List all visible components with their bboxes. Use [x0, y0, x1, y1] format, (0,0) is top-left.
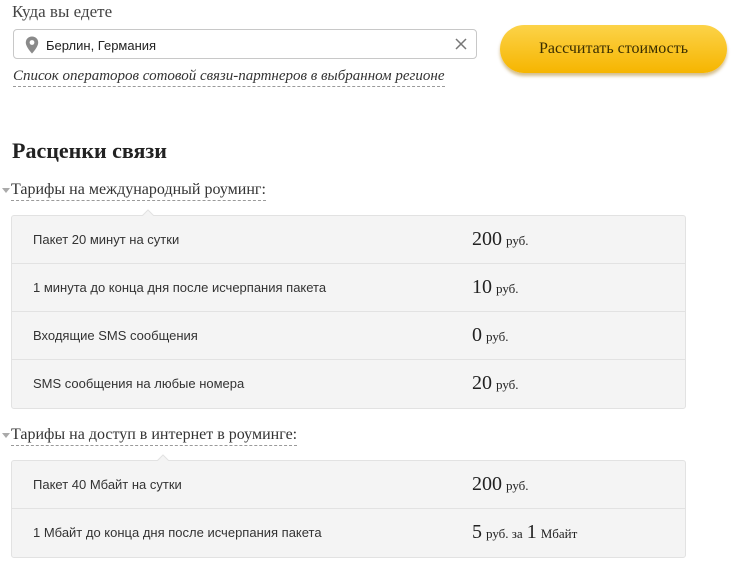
tariff-name: 1 минута до конца дня после исчерпания п… [33, 280, 327, 295]
internet-roaming-tariffs-title[interactable]: Тарифы на доступ в интернет в роуминге: [11, 426, 298, 446]
internet-roaming-tariffs-table: Пакет 40 Мбайт на сутки 200 руб. 1 Мбайт… [11, 454, 686, 558]
price-unit: руб. [506, 233, 529, 248]
close-icon[interactable] [454, 37, 468, 51]
price-unit: руб. [486, 329, 509, 344]
price-amount: 20 [472, 372, 492, 394]
table-row: Пакет 40 Мбайт на сутки 200 руб. [12, 461, 685, 509]
price-unit: руб. [496, 377, 519, 392]
tariff-price: 0 руб. [472, 324, 509, 347]
tariff-price: 200 руб. [472, 228, 529, 251]
collapse-triangle-icon [2, 433, 10, 438]
collapse-triangle-icon [2, 188, 10, 193]
price-amount: 10 [472, 276, 492, 298]
price-unit-volume: Мбайт [540, 526, 578, 541]
price-unit: руб. за [486, 526, 523, 541]
price-amount-volume: 1 [526, 521, 537, 543]
tariff-name: 1 Мбайт до конца дня после исчерпания па… [33, 525, 322, 540]
location-pin-icon [25, 36, 39, 54]
destination-search-box[interactable] [13, 29, 477, 59]
tariff-price: 20 руб. [472, 372, 519, 395]
price-unit: руб. [506, 478, 529, 493]
table-row: 1 минута до конца дня после исчерпания п… [12, 264, 685, 312]
price-amount: 200 [472, 473, 502, 495]
tariff-name: SMS сообщения на любые номера [33, 376, 245, 391]
table-row: SMS сообщения на любые номера 20 руб. [12, 360, 685, 408]
table-row: Входящие SMS сообщения 0 руб. [12, 312, 685, 360]
calculate-cost-button[interactable]: Рассчитать стоимость [500, 25, 727, 73]
tariff-name: Пакет 20 минут на сутки [33, 232, 180, 247]
tariff-name: Пакет 40 Мбайт на сутки [33, 477, 182, 492]
table-notch [142, 209, 154, 216]
partner-operators-link[interactable]: Список операторов сотовой связи-партнеро… [13, 68, 445, 87]
roaming-tariffs-title[interactable]: Тарифы на международный роуминг: [11, 181, 266, 201]
table-notch [157, 454, 169, 461]
table-row: Пакет 20 минут на сутки 200 руб. [12, 216, 685, 264]
rates-section-title: Расценки связи [12, 138, 167, 163]
roaming-tariffs-table: Пакет 20 минут на сутки 200 руб. 1 минут… [11, 209, 686, 409]
table-row: 1 Мбайт до конца дня после исчерпания па… [12, 509, 685, 557]
price-amount: 5 [472, 521, 482, 543]
price-unit: руб. [496, 281, 519, 296]
tariff-price: 200 руб. [472, 473, 529, 496]
tariff-price: 10 руб. [472, 276, 519, 299]
tariff-name: Входящие SMS сообщения [33, 328, 198, 343]
tariff-price: 5 руб. за 1 Мбайт [472, 521, 577, 544]
destination-input[interactable] [46, 34, 446, 56]
price-amount: 200 [472, 228, 502, 250]
price-amount: 0 [472, 324, 482, 346]
destination-label: Куда вы едете [12, 2, 113, 21]
